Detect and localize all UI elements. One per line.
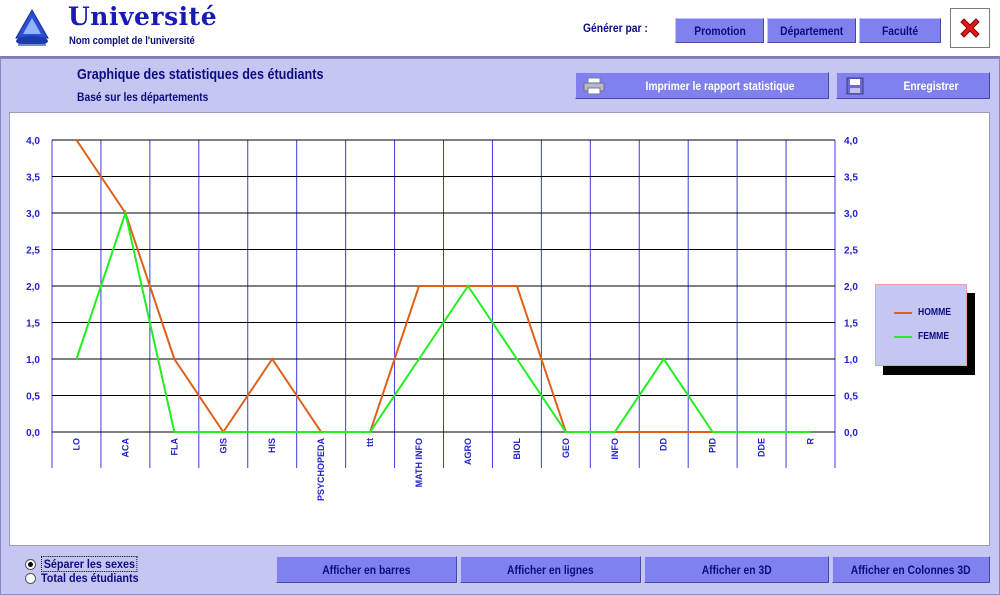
generate-by-label: Générer par :	[583, 21, 648, 35]
y-tick-label-right: 3,5	[844, 173, 858, 184]
x-tick-label: BIOL	[512, 437, 522, 459]
floppy-disk-icon	[846, 77, 864, 94]
y-tick-label-left: 1,5	[26, 319, 40, 330]
y-tick-label-right: 3,0	[844, 209, 858, 220]
chart-area: 4,0 4,0 3,5 3,5 3,0 3,0 2,5 2,5 2,0 2,0 1,5 1,5 1,0 1…	[9, 112, 990, 546]
chart-title: Graphique des statistiques des étudiants	[77, 66, 324, 83]
y-tick-label-right: 1,5	[844, 319, 858, 330]
y-tick-label-left: 2,0	[26, 282, 40, 293]
promotion-button[interactable]: Promotion	[675, 18, 764, 43]
y-tick-label-right: 4,0	[844, 136, 858, 147]
x-tick-label: INFO	[610, 438, 620, 460]
legend-swatch-femme	[894, 335, 912, 338]
y-tick-label-right: 0,5	[844, 392, 858, 403]
y-tick-label-right: 2,5	[844, 246, 858, 257]
y-tick-label-right: 0,0	[844, 428, 858, 439]
y-tick-label-left: 0,5	[26, 392, 40, 403]
show-lines-button[interactable]: Afficher en lignes	[460, 556, 641, 583]
department-button[interactable]: Département	[767, 18, 856, 43]
x-tick-label: PSYCHOPEDA	[316, 438, 326, 502]
x-tick-label: R	[806, 438, 816, 445]
x-tick-label: FLA	[169, 438, 179, 456]
close-icon	[960, 18, 980, 38]
y-tick-label-left: 2,5	[26, 246, 40, 257]
radio-separate[interactable]	[25, 558, 36, 570]
radio-total[interactable]	[25, 572, 36, 584]
total-students-option[interactable]: Total des étudiants	[25, 571, 149, 585]
x-tick-label: MATH INFO	[414, 438, 424, 487]
x-tick-label: ttt	[365, 438, 375, 447]
chart-legend: HOMME FEMME	[875, 284, 967, 366]
print-report-button[interactable]: Imprimer le rapport statistique	[575, 72, 829, 99]
y-tick-label-left: 0,0	[26, 428, 40, 439]
y-tick-label-left: 1,0	[26, 355, 40, 366]
faculty-button[interactable]: Faculté	[859, 18, 941, 43]
x-tick-label: GEO	[561, 438, 571, 458]
app-title: Université	[68, 2, 218, 31]
app-subtitle: Nom complet de l'université	[69, 35, 195, 47]
x-tick-label: DD	[659, 438, 669, 451]
x-tick-label: PID	[708, 438, 718, 454]
y-tick-label-left: 3,5	[26, 173, 40, 184]
legend-item-femme: FEMME	[894, 331, 954, 342]
x-tick-label: ACA	[120, 438, 130, 458]
app-header: Université Nom complet de l'université G…	[0, 0, 1000, 58]
y-tick-label-left: 4,0	[26, 136, 40, 147]
save-button[interactable]: Enregistrer	[836, 72, 990, 99]
y-tick-label-left: 3,0	[26, 209, 40, 220]
line-chart: 4,0 4,0 3,5 3,5 3,0 3,0 2,5 2,5 2,0 2,0 1,5 1,5 1,0 1…	[26, 136, 858, 502]
show-3d-columns-button[interactable]: Afficher en Colonnes 3D	[832, 556, 990, 583]
university-logo-icon	[15, 8, 49, 46]
y-tick-label-right: 1,0	[844, 355, 858, 366]
close-button[interactable]	[950, 8, 990, 48]
separate-sexes-option[interactable]: Séparer les sexes	[25, 556, 148, 572]
x-tick-label: LO	[71, 438, 81, 451]
x-tick-label: GIS	[218, 438, 228, 454]
legend-item-homme: HOMME	[894, 307, 956, 318]
chart-subtitle: Basé sur les départements	[77, 90, 209, 104]
y-tick-label-right: 2,0	[844, 282, 858, 293]
x-tick-label: DDE	[757, 438, 767, 457]
show-bars-button[interactable]: Afficher en barres	[276, 556, 457, 583]
legend-swatch-homme	[894, 311, 912, 314]
show-3d-button[interactable]: Afficher en 3D	[644, 556, 829, 583]
x-tick-label: AGRO	[463, 438, 473, 465]
x-tick-label: HIS	[267, 438, 277, 453]
printer-icon	[583, 77, 605, 94]
